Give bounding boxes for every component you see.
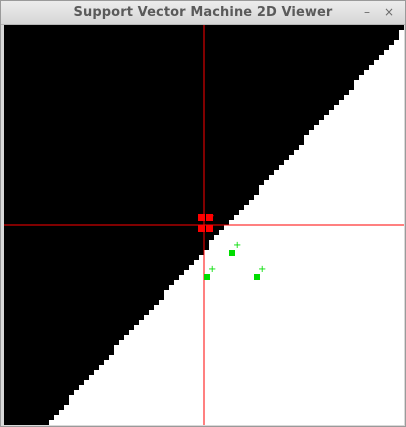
negative-region-strip bbox=[4, 245, 209, 250]
negative-region-strip bbox=[4, 385, 79, 390]
svm-canvas[interactable]: - + + + bbox=[4, 25, 404, 425]
close-icon[interactable]: × bbox=[381, 4, 397, 20]
negative-region-strip bbox=[4, 40, 394, 45]
title-bar[interactable]: Support Vector Machine 2D Viewer – × bbox=[1, 1, 405, 25]
negative-region-strip bbox=[4, 100, 339, 105]
negative-region-strip bbox=[4, 275, 179, 280]
negative-region-strip bbox=[4, 75, 359, 80]
negative-region-strip bbox=[4, 260, 194, 265]
negative-region-strip bbox=[4, 315, 144, 320]
negative-region-strip bbox=[4, 405, 64, 410]
negative-region-strip bbox=[4, 280, 174, 285]
negative-region-strip bbox=[4, 420, 49, 425]
negative-region-strip bbox=[4, 330, 129, 335]
negative-region-strip bbox=[4, 170, 274, 175]
negative-region-strip bbox=[4, 150, 294, 155]
negative-point-label: - bbox=[211, 211, 214, 221]
negative-region-strip bbox=[4, 105, 334, 110]
positive-point-label: + bbox=[208, 264, 216, 275]
negative-region-strip bbox=[4, 350, 114, 355]
negative-region-strip bbox=[4, 290, 164, 295]
negative-region-strip bbox=[4, 345, 114, 350]
negative-region-strip bbox=[4, 60, 374, 65]
negative-region-strip bbox=[4, 130, 309, 135]
negative-region-strip bbox=[4, 370, 94, 375]
svm-plot[interactable]: - + + + bbox=[4, 25, 404, 425]
negative-region-strip bbox=[4, 155, 289, 160]
negative-region-strip bbox=[4, 375, 89, 380]
negative-region-strip bbox=[4, 270, 184, 275]
negative-region-strip bbox=[4, 400, 69, 405]
negative-region-strip bbox=[4, 355, 109, 360]
negative-region-strip bbox=[4, 360, 104, 365]
negative-region-strip bbox=[4, 110, 329, 115]
negative-region-strip bbox=[4, 165, 279, 170]
negative-region-strip bbox=[4, 175, 269, 180]
negative-region-strip bbox=[4, 70, 364, 75]
negative-region-strip bbox=[4, 185, 259, 190]
negative-region-strip bbox=[4, 220, 229, 225]
negative-region-strip bbox=[4, 65, 369, 70]
negative-region-strip bbox=[4, 115, 324, 120]
negative-region-strip bbox=[4, 35, 399, 40]
negative-region-strip bbox=[4, 30, 399, 35]
negative-region-strip bbox=[4, 415, 54, 420]
negative-region-strip bbox=[4, 160, 284, 165]
window-title: Support Vector Machine 2D Viewer bbox=[73, 5, 333, 20]
negative-region-strip bbox=[4, 90, 349, 95]
negative-region-strip bbox=[4, 310, 149, 315]
negative-region-strip bbox=[4, 305, 154, 310]
negative-region-strip bbox=[4, 125, 314, 130]
negative-region-strip bbox=[4, 335, 124, 340]
negative-region-strip bbox=[4, 320, 139, 325]
negative-point bbox=[206, 225, 213, 232]
negative-region-strip bbox=[4, 85, 354, 90]
negative-point bbox=[198, 225, 205, 232]
negative-region-strip bbox=[4, 230, 219, 235]
negative-point bbox=[198, 214, 205, 221]
negative-region-strip bbox=[4, 410, 59, 415]
negative-region-strip bbox=[4, 145, 299, 150]
negative-region-strip bbox=[4, 285, 169, 290]
negative-region-strip bbox=[4, 140, 304, 145]
negative-region-strip bbox=[4, 135, 304, 140]
negative-region-strip bbox=[4, 250, 204, 255]
negative-region-strip bbox=[4, 325, 134, 330]
negative-region-strip bbox=[4, 120, 319, 125]
negative-region-strip bbox=[4, 45, 389, 50]
negative-region-strip bbox=[4, 200, 249, 205]
minimize-icon[interactable]: – bbox=[359, 4, 375, 20]
app-window: Support Vector Machine 2D Viewer – × - +… bbox=[0, 0, 406, 427]
negative-region-strip bbox=[4, 300, 159, 305]
negative-region-strip bbox=[4, 340, 119, 345]
positive-point-label: + bbox=[258, 264, 266, 275]
negative-region-strip bbox=[4, 235, 214, 240]
negative-region-strip bbox=[4, 240, 209, 245]
negative-region-strip bbox=[4, 205, 244, 210]
negative-region-strip bbox=[4, 50, 384, 55]
negative-region-strip bbox=[4, 365, 99, 370]
negative-region-strip bbox=[4, 195, 254, 200]
negative-region-strip bbox=[4, 95, 344, 100]
negative-region-strip bbox=[4, 255, 199, 260]
negative-region-strip bbox=[4, 225, 224, 230]
positive-point-label: + bbox=[233, 240, 241, 251]
negative-region-strip bbox=[4, 55, 379, 60]
negative-region-strip bbox=[4, 190, 259, 195]
negative-region-strip bbox=[4, 80, 354, 85]
negative-region-strip bbox=[4, 390, 74, 395]
negative-region-strip bbox=[4, 295, 164, 300]
negative-region-strip bbox=[4, 180, 264, 185]
negative-region-strip bbox=[4, 395, 69, 400]
negative-region-strip bbox=[4, 380, 84, 385]
negative-region-strip bbox=[4, 265, 189, 270]
